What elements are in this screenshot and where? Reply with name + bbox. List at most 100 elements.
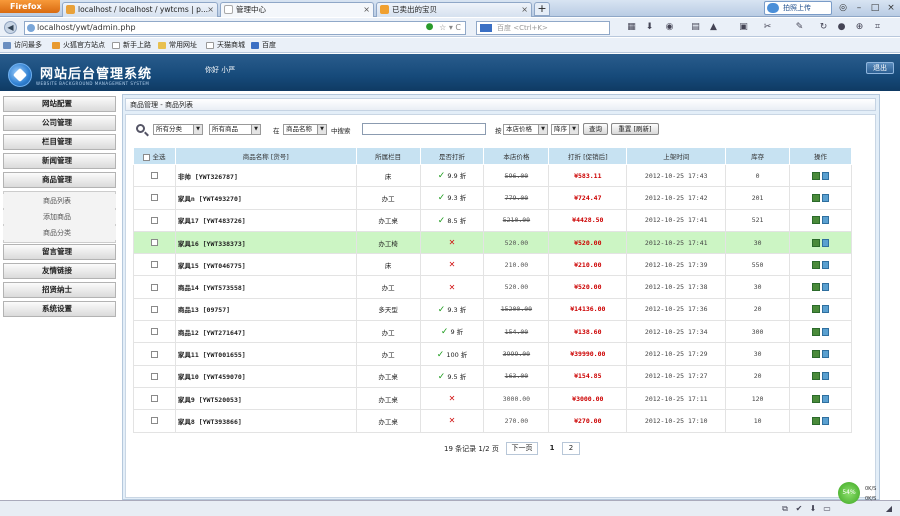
bookmark-baidu[interactable]: 百度 — [251, 38, 276, 53]
sort-field-select[interactable]: 本店价格 ▼ — [503, 124, 548, 135]
row-select-cell[interactable] — [133, 386, 176, 411]
bookmark-firefox-site[interactable]: 火狐官方站点 — [52, 38, 105, 53]
select-all-header[interactable]: 全选 — [133, 147, 176, 165]
delete-icon[interactable] — [822, 193, 830, 202]
row-checkbox[interactable] — [150, 305, 158, 313]
delete-icon[interactable] — [822, 372, 830, 381]
submenu-product-list[interactable]: 商品列表 — [3, 194, 116, 208]
delete-icon[interactable] — [822, 238, 830, 247]
keyword-input[interactable] — [362, 123, 486, 135]
discount-cell[interactable]: ✕ — [419, 275, 485, 299]
row-checkbox[interactable] — [150, 395, 158, 403]
query-button[interactable]: 查询 — [583, 123, 608, 135]
toolbox-icon[interactable]: ▣ — [738, 22, 749, 33]
discount-cell[interactable]: ✕ — [419, 386, 485, 411]
row-checkbox[interactable] — [150, 194, 158, 202]
window-settings-icon[interactable]: ◎ — [836, 2, 850, 14]
tab-admin-center[interactable]: 管理中心 × — [220, 2, 374, 17]
sidebar-item-columns[interactable]: 栏目管理 — [3, 134, 116, 150]
feed-icon[interactable]: ▤ — [690, 22, 701, 33]
row-checkbox[interactable] — [150, 172, 158, 180]
row-checkbox[interactable] — [150, 216, 158, 224]
go-icon[interactable]: ● — [424, 22, 435, 33]
sidebar-item-recruitment[interactable]: 招贤纳士 — [3, 282, 116, 298]
screenshot-icon[interactable]: ✂ — [762, 22, 773, 33]
page-2-link[interactable]: 2 — [562, 442, 580, 455]
tab-sold-items[interactable]: 已卖出的宝贝 × — [376, 2, 532, 17]
crop-icon[interactable]: ⌗ — [872, 22, 883, 33]
edit-icon[interactable] — [812, 372, 821, 381]
bookmark-manager-icon[interactable]: ▦ — [626, 22, 637, 33]
discount-cell[interactable]: ✓ 9 折 — [419, 320, 485, 344]
delete-icon[interactable] — [822, 350, 830, 359]
close-window-icon[interactable]: × — [884, 2, 898, 14]
network-monitor-icon[interactable]: 54% — [838, 482, 860, 504]
edit-icon[interactable] — [812, 216, 821, 225]
sidebar-item-site-config[interactable]: 网站配置 — [3, 96, 116, 112]
discount-cell[interactable]: ✓ 9.9 折 — [419, 163, 485, 188]
row-checkbox[interactable] — [150, 372, 158, 380]
bookmark-tmall[interactable]: 天猫商城 — [206, 38, 245, 53]
download-icon[interactable]: ⬇ — [644, 22, 655, 33]
submenu-add-product[interactable]: 添加商品 — [3, 210, 116, 224]
row-checkbox[interactable] — [150, 417, 158, 425]
select-all-checkbox[interactable] — [143, 153, 151, 161]
submenu-product-category[interactable]: 商品分类 — [3, 226, 116, 240]
row-checkbox[interactable] — [150, 283, 158, 291]
discount-cell[interactable]: ✕ — [419, 253, 485, 277]
sidebar-item-system[interactable]: 系统设置 — [3, 301, 116, 317]
edit-icon[interactable] — [812, 327, 821, 336]
bookmark-getting-started[interactable]: 新手上路 — [112, 38, 151, 53]
addon-icon[interactable]: ◉ — [664, 22, 675, 33]
row-select-cell[interactable] — [133, 275, 176, 299]
delete-icon[interactable] — [822, 416, 830, 425]
sidebar-item-news[interactable]: 新闻管理 — [3, 153, 116, 169]
maximize-icon[interactable]: □ — [868, 2, 882, 14]
back-icon[interactable]: ◀ — [4, 21, 17, 34]
row-select-cell[interactable] — [133, 297, 176, 322]
delete-icon[interactable] — [822, 305, 830, 314]
edit-icon[interactable] — [812, 238, 821, 247]
edit-icon[interactable] — [812, 283, 821, 292]
sidebar-item-messages[interactable]: 留言管理 — [3, 244, 116, 260]
close-icon[interactable]: × — [521, 3, 528, 16]
edit-icon[interactable] — [812, 260, 821, 269]
row-checkbox[interactable] — [150, 350, 158, 358]
row-select-cell[interactable] — [133, 409, 176, 433]
next-page-button[interactable]: 下一页 — [506, 442, 538, 455]
minimize-icon[interactable]: – — [852, 2, 866, 14]
logout-button[interactable]: 退出 — [866, 62, 894, 74]
sync-icon[interactable]: ▲ — [708, 22, 719, 33]
page-1-link[interactable]: 1 — [545, 442, 559, 455]
delete-icon[interactable] — [822, 171, 830, 180]
search-box[interactable]: 百度 <Ctrl+K> — [476, 21, 610, 35]
row-checkbox[interactable] — [150, 261, 158, 269]
row-select-cell[interactable] — [133, 186, 176, 210]
gesture-icon[interactable]: ↻ — [818, 22, 829, 33]
bookmark-common-sites[interactable]: 常用网址 — [158, 38, 197, 53]
reset-button[interactable]: 重置 [刷新] — [611, 123, 659, 135]
delete-icon[interactable] — [822, 394, 830, 403]
row-checkbox[interactable] — [150, 239, 158, 247]
edit-icon[interactable] — [812, 305, 821, 314]
message-status-icon[interactable]: ▭ — [822, 504, 832, 514]
chat-icon[interactable]: ● — [836, 22, 847, 33]
bookmark-most-visited[interactable]: 访问最多 — [3, 38, 42, 53]
url-bar[interactable]: localhost/ywt/admin.php ☆ ▾ C — [24, 21, 466, 35]
sidebar-item-links[interactable]: 友情链接 — [3, 263, 116, 279]
edit-icon[interactable] — [812, 350, 821, 359]
discount-cell[interactable]: ✓ 9.5 折 — [419, 364, 485, 388]
field-select[interactable]: 商品名称 ▼ — [283, 124, 327, 135]
resize-grip-icon[interactable]: ◢ — [884, 504, 894, 514]
screenshot-status-icon[interactable]: ⧉ — [780, 504, 790, 514]
sidebar-item-products[interactable]: 商品管理 — [3, 172, 116, 188]
discount-cell[interactable]: ✕ — [419, 409, 485, 433]
row-select-cell[interactable] — [133, 320, 176, 344]
check-status-icon[interactable]: ✔ — [794, 504, 804, 514]
zoom-icon[interactable]: ⊕ — [854, 22, 865, 33]
sort-order-select[interactable]: 降序 ▼ — [551, 124, 579, 135]
tab-phpmyadmin[interactable]: localhost / localhost / ywtcms | p... × — [62, 2, 218, 17]
row-select-cell[interactable] — [133, 253, 176, 277]
row-select-cell[interactable] — [133, 208, 176, 232]
row-select-cell[interactable] — [133, 342, 176, 366]
